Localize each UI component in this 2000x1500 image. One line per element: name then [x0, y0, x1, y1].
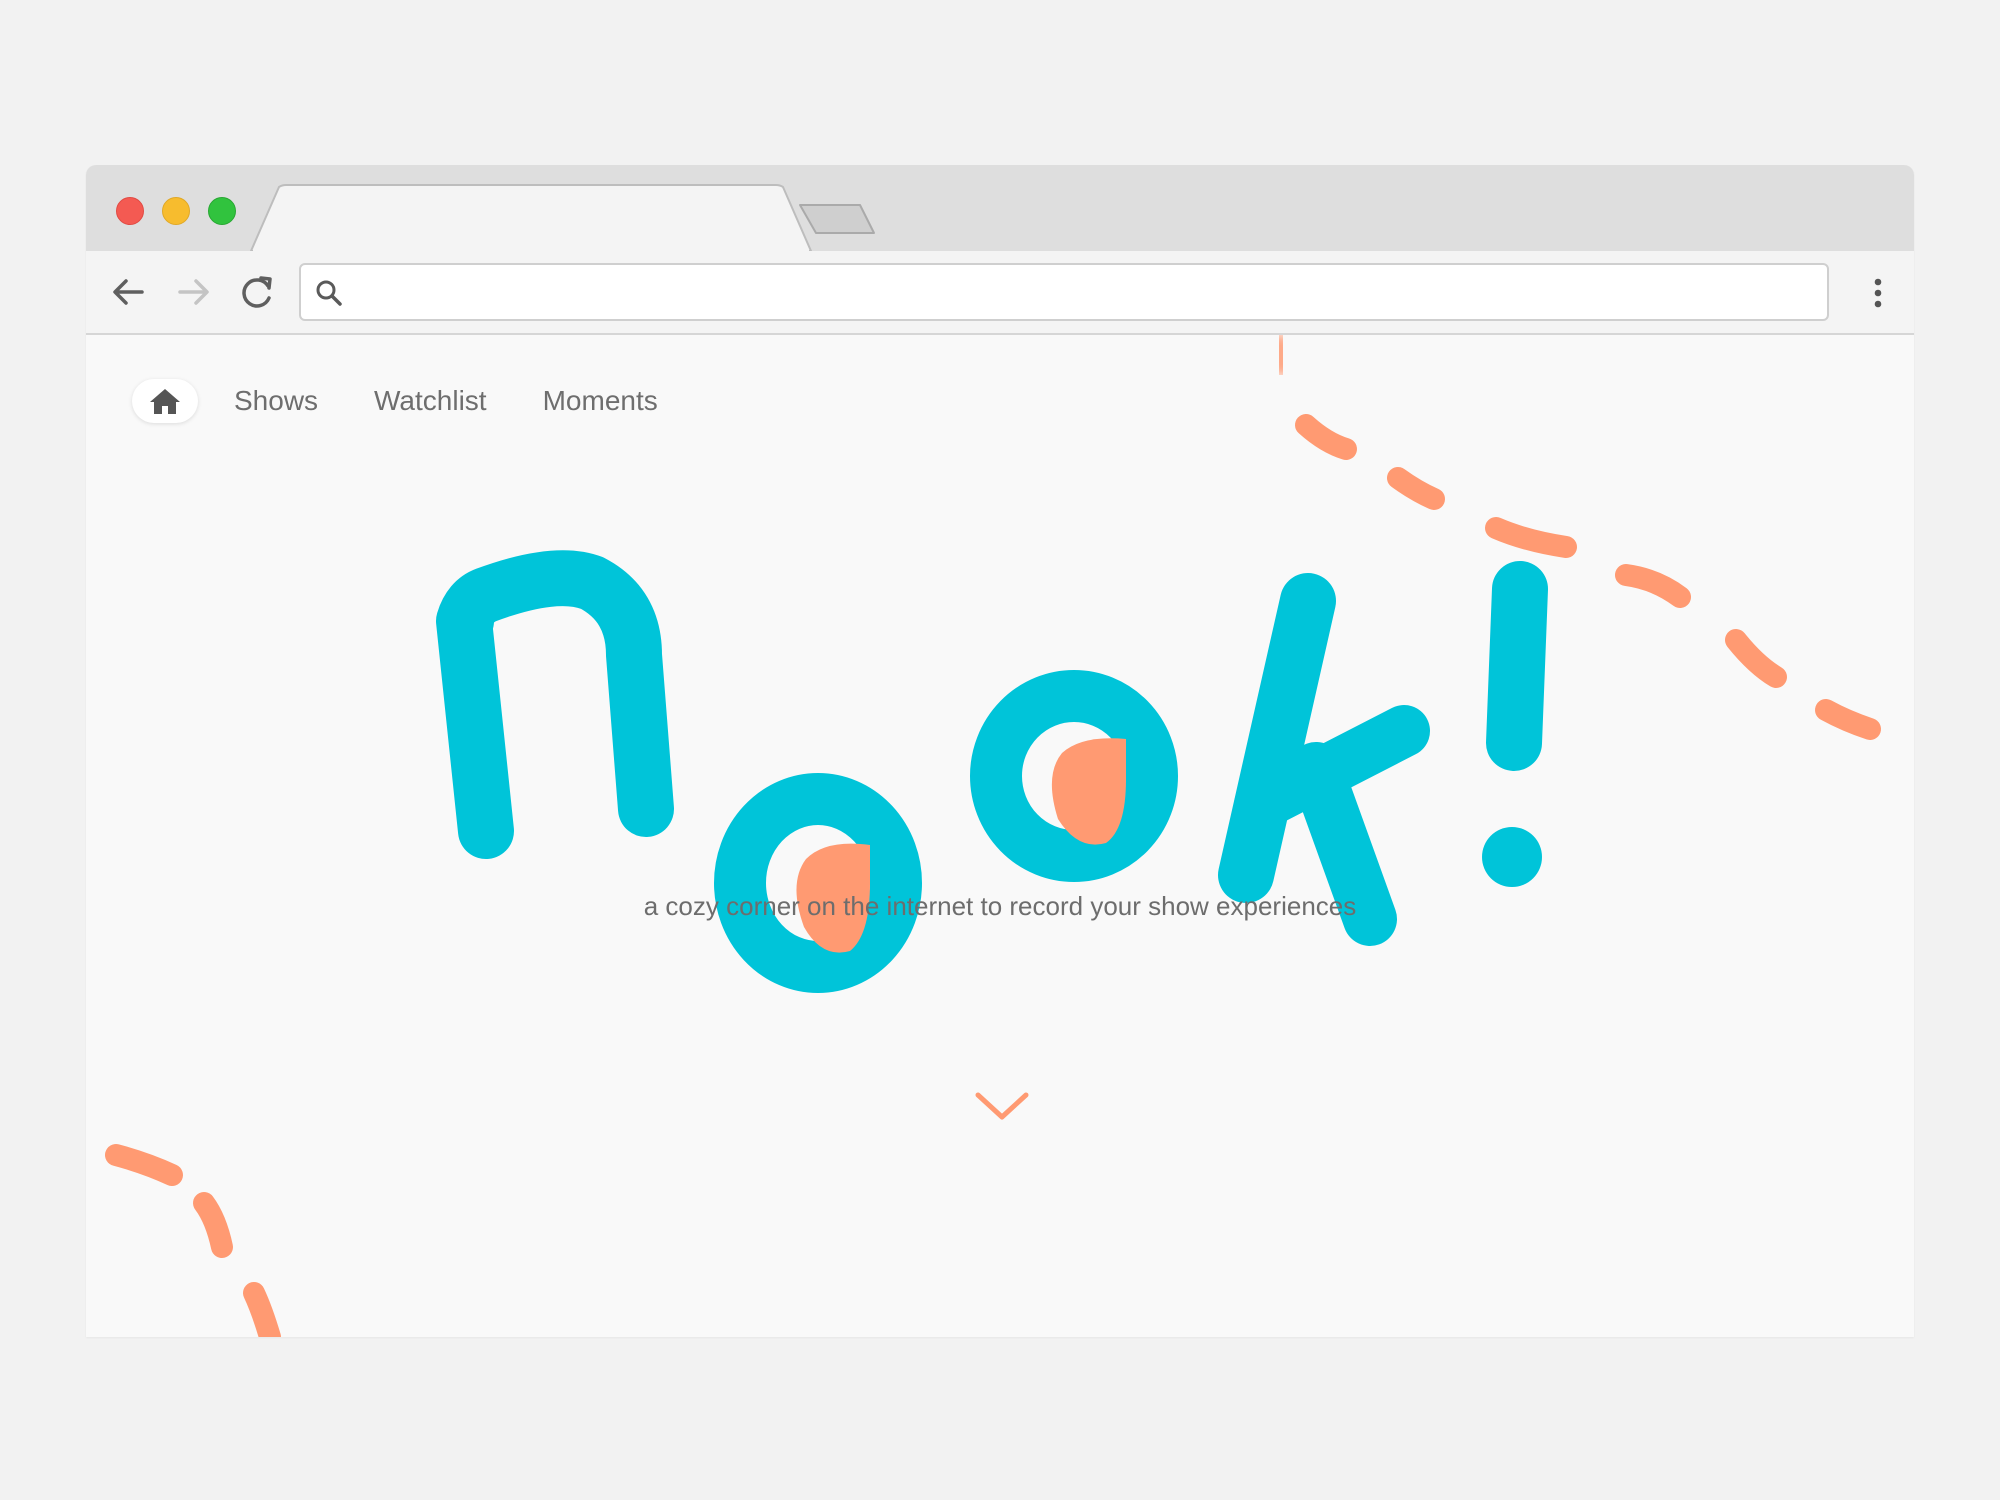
address-input[interactable] — [355, 271, 1809, 315]
logo-letter-n — [436, 550, 674, 859]
tab-strip — [249, 184, 875, 251]
kebab-menu-icon[interactable] — [1868, 273, 1888, 313]
logo-letter-o-1 — [714, 773, 922, 993]
chevron-down-icon[interactable] — [972, 1085, 1032, 1125]
reload-icon[interactable] — [234, 269, 280, 315]
tab-new[interactable] — [799, 204, 875, 234]
page-content: Shows Watchlist Moments a cozy corner on… — [86, 335, 1914, 1337]
search-icon — [316, 280, 342, 306]
nook-logo — [436, 550, 1548, 993]
logo-letter-k — [1218, 573, 1430, 946]
arrow-right-icon[interactable] — [170, 269, 216, 315]
browser-toolbar — [86, 251, 1914, 335]
tab-active[interactable] — [249, 184, 813, 251]
browser-window: Shows Watchlist Moments a cozy corner on… — [86, 165, 1914, 1337]
address-bar[interactable] — [299, 263, 1829, 321]
tagline: a cozy corner on the internet to record … — [643, 891, 1357, 921]
logo-exclamation — [1482, 561, 1548, 887]
browser-titlebar — [86, 165, 1914, 251]
logo-letter-o-2 — [970, 670, 1178, 882]
arrow-left-icon[interactable] — [106, 269, 152, 315]
